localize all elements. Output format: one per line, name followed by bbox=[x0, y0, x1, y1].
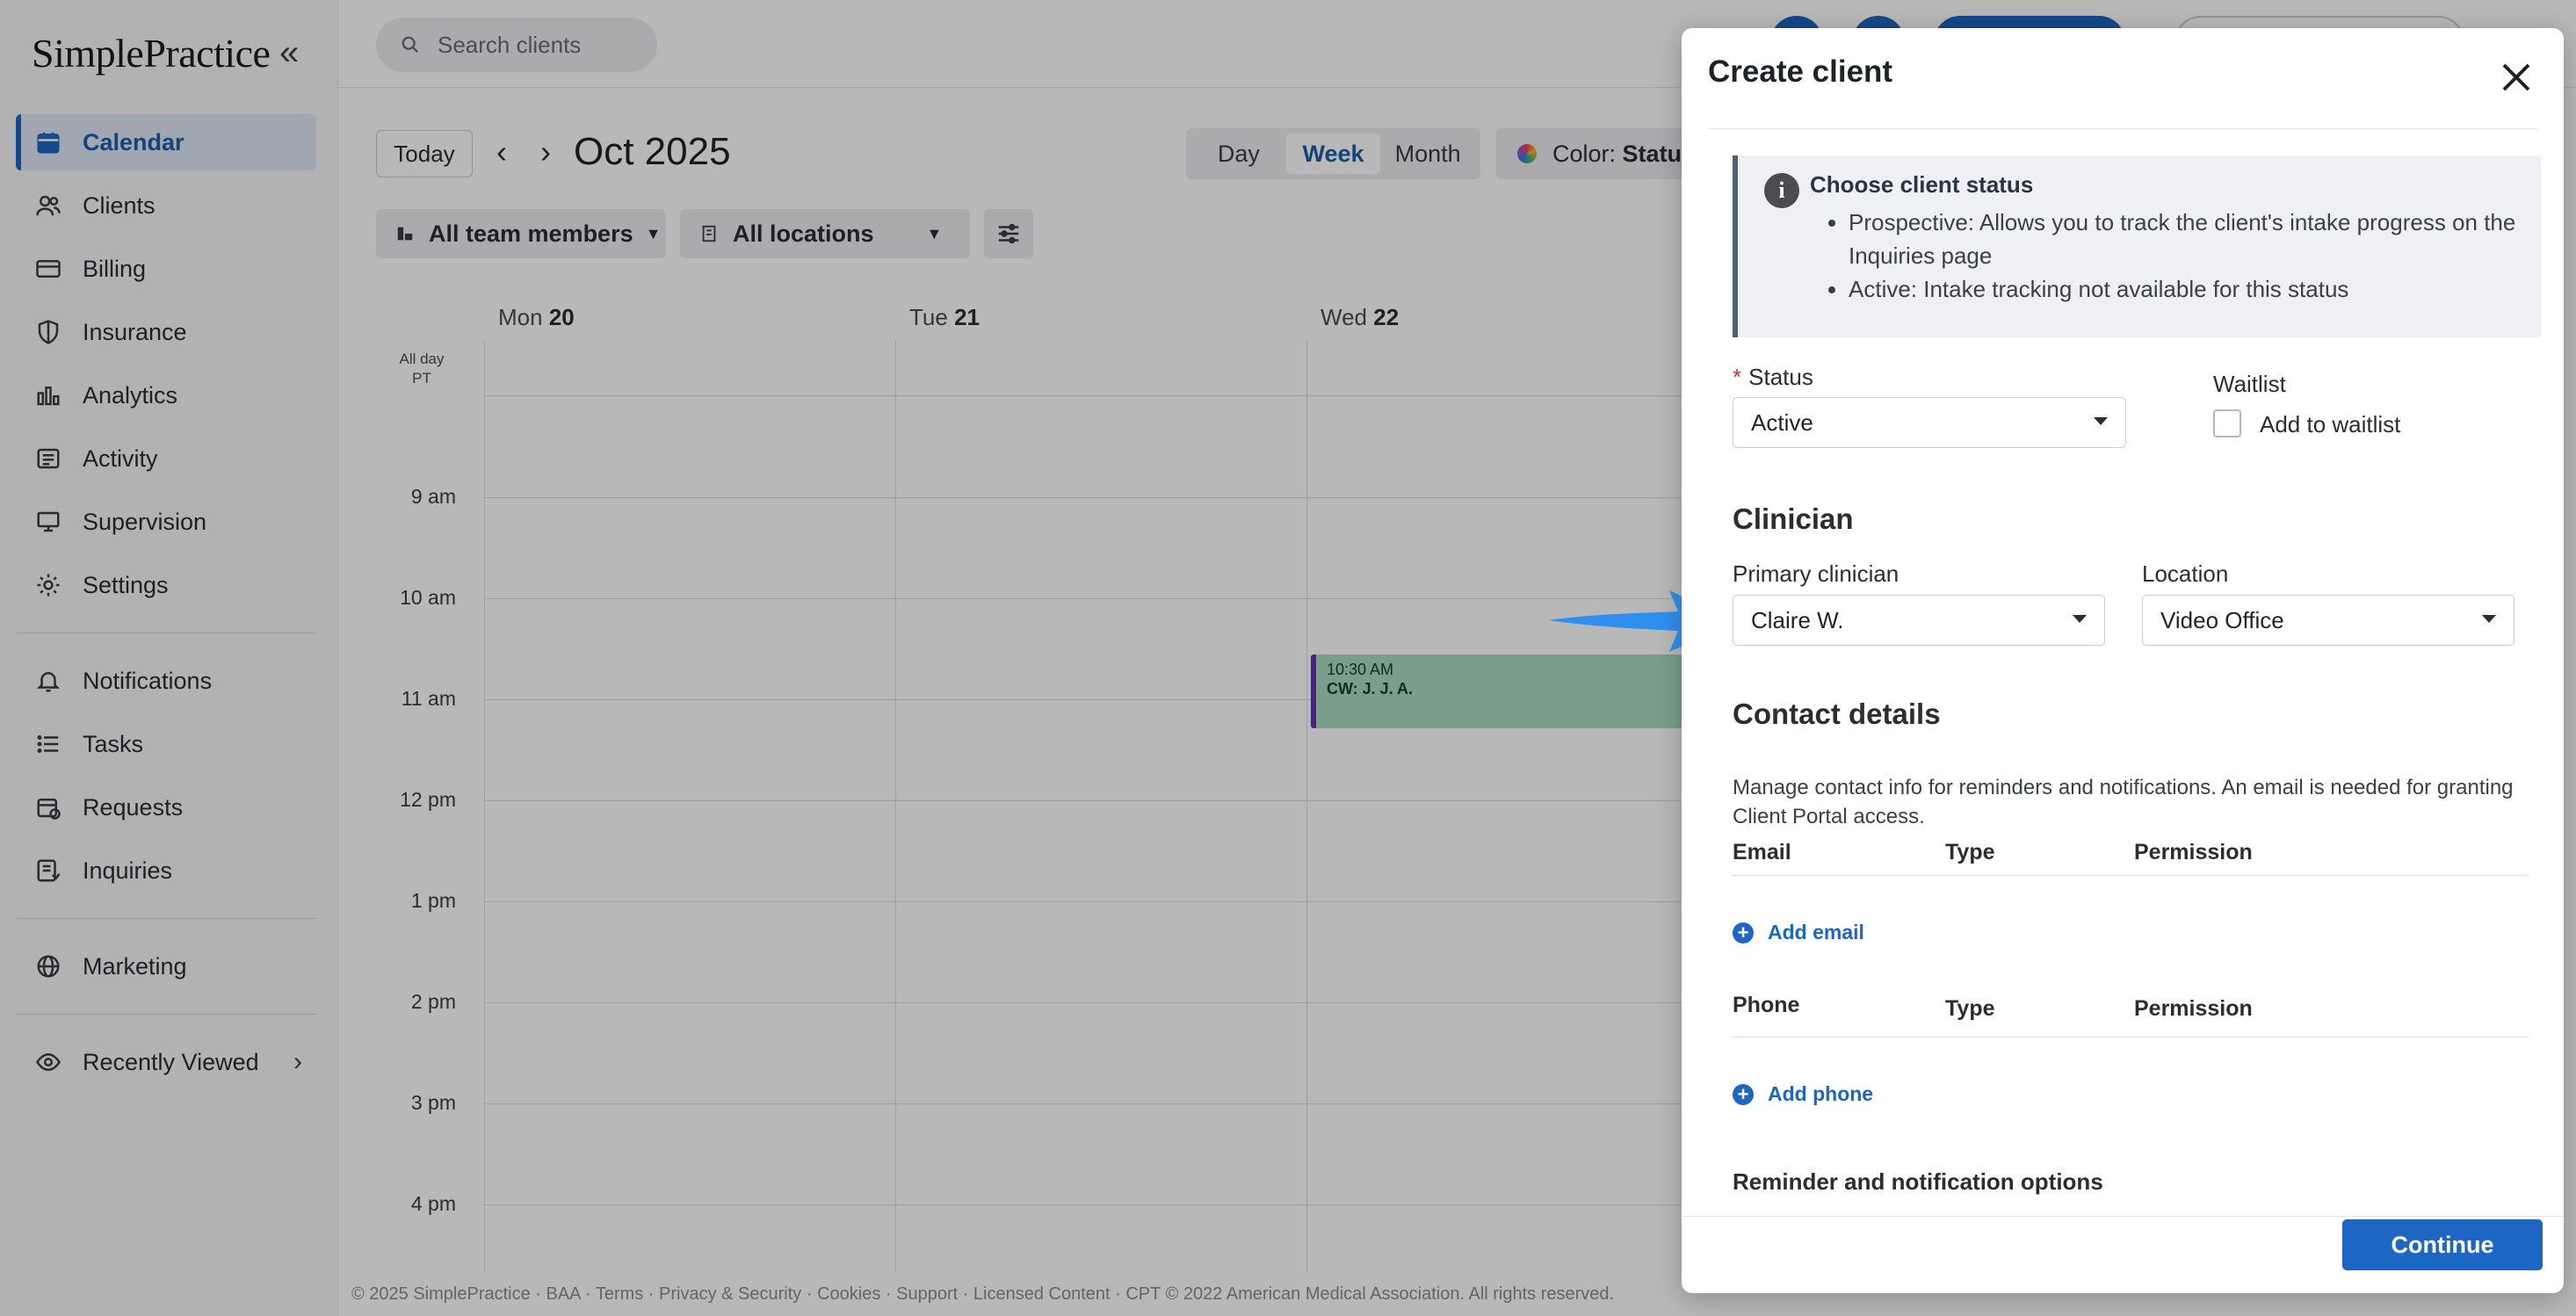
location-label: Location bbox=[2142, 560, 2229, 587]
caret-down-icon bbox=[2094, 417, 2108, 425]
info-callout: i Choose client status Prospective: Allo… bbox=[1733, 155, 2541, 337]
waitlist-checkbox-label[interactable]: Add to waitlist bbox=[2260, 411, 2400, 438]
add-email-label: Add email bbox=[1768, 921, 1864, 944]
create-client-drawer: Create client i Choose client status Pro… bbox=[1682, 28, 2564, 1293]
info-list: Prospective: Allows you to track the cli… bbox=[1810, 206, 2520, 306]
table-divider bbox=[1733, 1037, 2529, 1038]
reminder-options-title: Reminder and notification options bbox=[1733, 1168, 2103, 1195]
waitlist-label: Waitlist bbox=[2213, 371, 2286, 397]
close-icon[interactable] bbox=[2499, 60, 2534, 95]
info-heading: Choose client status bbox=[1810, 171, 2034, 198]
drawer-divider bbox=[1708, 128, 2537, 129]
caret-down-icon bbox=[2482, 615, 2496, 623]
contact-help-text: Manage contact info for reminders and no… bbox=[1733, 776, 2514, 828]
table-divider bbox=[1733, 875, 2529, 876]
location-select[interactable]: Video Office bbox=[2142, 595, 2514, 646]
plus-icon: + bbox=[1733, 1083, 1754, 1105]
add-phone-label: Add phone bbox=[1768, 1082, 1874, 1105]
email-header: Email bbox=[1733, 840, 1791, 864]
status-value: Active bbox=[1751, 409, 1813, 436]
status-label: * Status bbox=[1733, 364, 1813, 390]
add-phone-button[interactable]: + Add phone bbox=[1733, 1082, 1873, 1106]
primary-clinician-select[interactable]: Claire W. bbox=[1733, 595, 2105, 646]
primary-clinician-value: Claire W. bbox=[1751, 606, 1844, 633]
add-email-button[interactable]: + Add email bbox=[1733, 921, 1864, 944]
contact-section-title: Contact details bbox=[1733, 698, 1941, 730]
phone-header: Phone bbox=[1733, 993, 1800, 1017]
waitlist-checkbox[interactable] bbox=[2213, 409, 2241, 437]
email-permission-header: Permission bbox=[2134, 840, 2253, 864]
primary-clinician-label: Primary clinician bbox=[1733, 560, 1899, 587]
status-select[interactable]: Active bbox=[1733, 397, 2126, 448]
email-type-header: Type bbox=[1945, 840, 1995, 864]
continue-button[interactable]: Continue bbox=[2342, 1219, 2543, 1270]
info-icon: i bbox=[1764, 173, 1799, 208]
drawer-title: Create client bbox=[1708, 54, 1893, 89]
phone-permission-header: Permission bbox=[2134, 996, 2253, 1021]
info-bullet: Prospective: Allows you to track the cli… bbox=[1849, 206, 2520, 272]
location-value: Video Office bbox=[2160, 606, 2284, 633]
info-bullet: Active: Intake tracking not available fo… bbox=[1849, 272, 2520, 306]
phone-type-header: Type bbox=[1945, 996, 1995, 1021]
caret-down-icon bbox=[2073, 615, 2087, 623]
plus-icon: + bbox=[1733, 922, 1754, 944]
clinician-section-title: Clinician bbox=[1733, 503, 1854, 535]
drawer-footer-divider bbox=[1682, 1216, 2564, 1217]
